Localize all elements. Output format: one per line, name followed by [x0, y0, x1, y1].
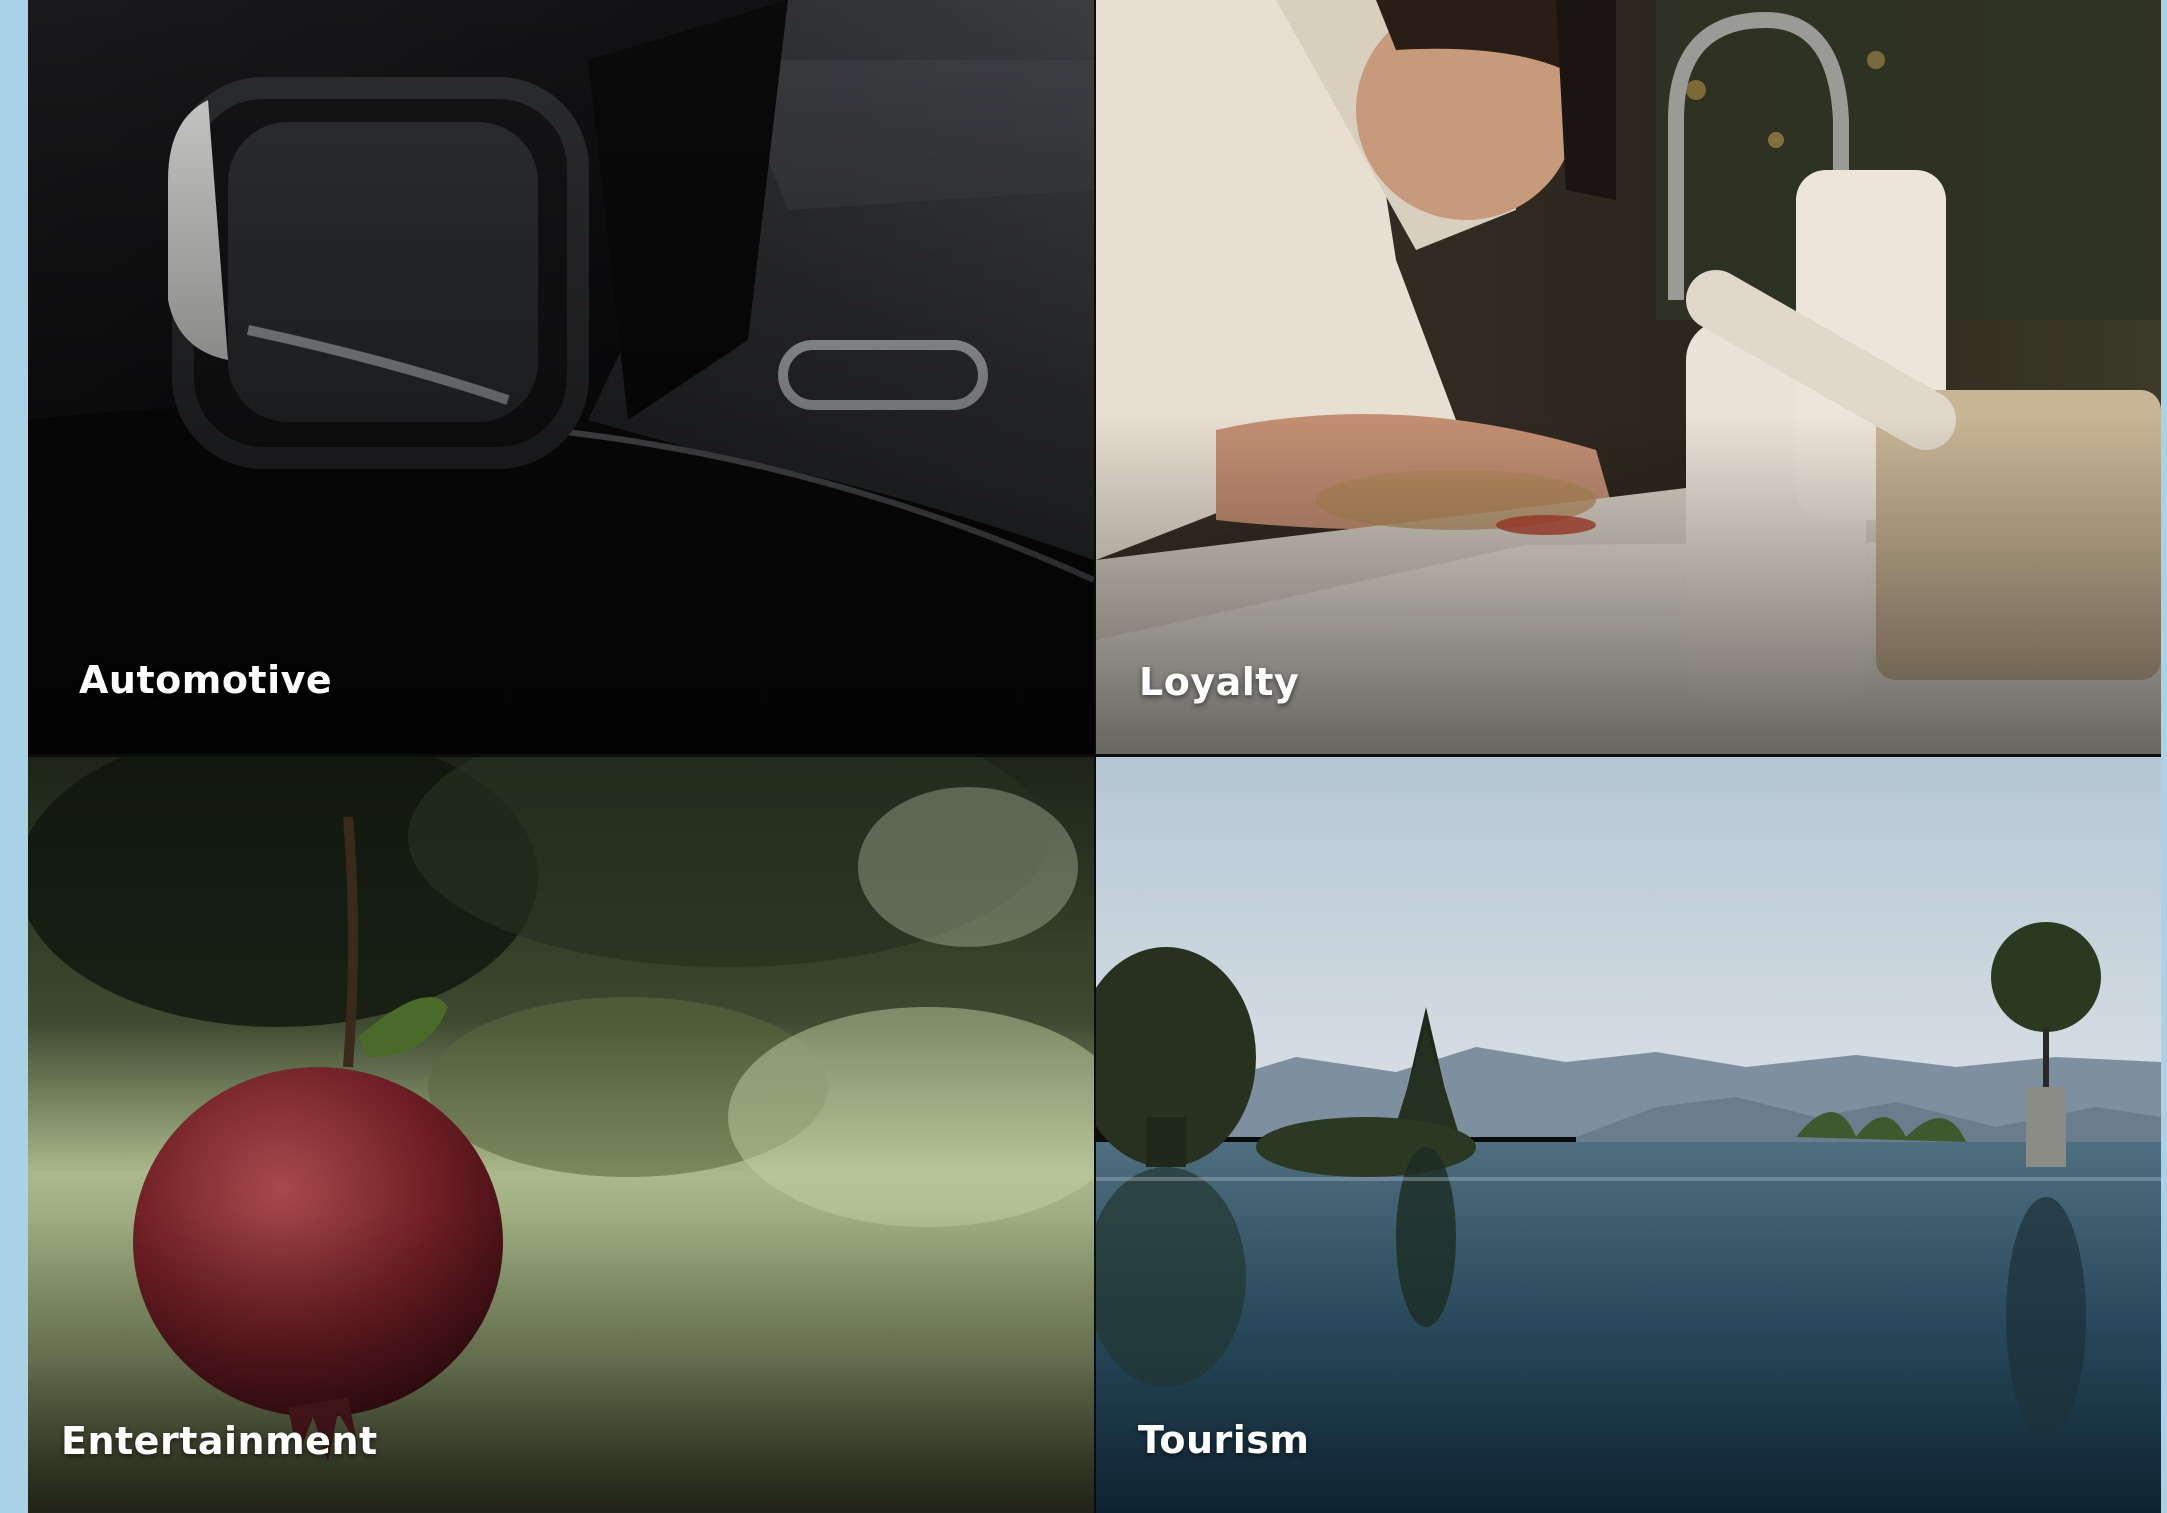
industry-tile-label: Loyalty — [1139, 660, 1300, 704]
industry-tile-loyalty[interactable]: Loyalty — [1096, 0, 2161, 754]
industry-tile-label: Entertainment — [61, 1419, 378, 1463]
pomegranate-image — [28, 757, 1094, 1513]
industry-tile-automotive[interactable]: Automotive — [28, 0, 1094, 754]
industry-tile-tourism[interactable]: Tourism — [1096, 757, 2161, 1513]
industry-tile-label: Automotive — [79, 658, 333, 702]
industry-tile-entertainment[interactable]: Entertainment — [28, 757, 1094, 1513]
chef-image — [1096, 0, 2161, 754]
industry-tile-label: Tourism — [1138, 1418, 1310, 1462]
car-mirror-image — [28, 0, 1094, 754]
industry-grid: Automotive Loyalty Entertainment Tourism — [28, 0, 2161, 1513]
pool-sea-image — [1096, 757, 2161, 1513]
page-edge — [2161, 0, 2167, 1513]
